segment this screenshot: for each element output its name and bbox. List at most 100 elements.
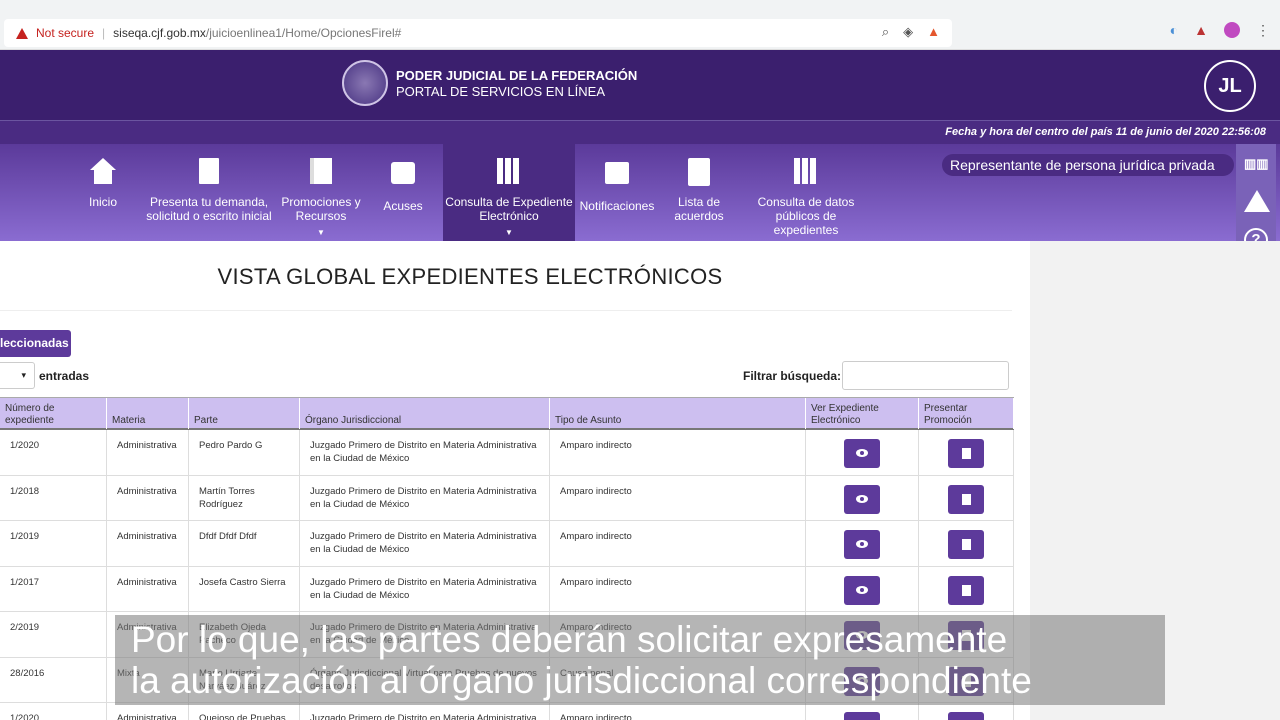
alert-icon[interactable] [1244, 190, 1270, 214]
server-datetime: Fecha y hora del centro del país 11 de j… [0, 120, 1280, 144]
document-icon [962, 539, 971, 550]
subtitle-line1: Por lo que, las partes deberán solicitar… [131, 619, 1008, 660]
col-ver-expediente[interactable]: Ver Expediente Electrónico [806, 398, 919, 429]
cell-parte: Pedro Pardo G [189, 430, 300, 475]
zoom-icon[interactable]: ⌕ [882, 24, 889, 40]
col-materia[interactable]: Materia [107, 398, 189, 429]
entries-select[interactable]: ▾ [0, 362, 35, 389]
cell-tipo: Amparo indirecto [550, 475, 806, 521]
eye-icon [856, 449, 868, 457]
cell-numero: 1/2020 [0, 703, 107, 720]
cell-organo: Juzgado Primero de Distrito en Materia A… [300, 475, 550, 521]
document-icon [196, 158, 222, 186]
nav-item-promociones[interactable]: Promociones y Recursos ▼ [280, 144, 362, 241]
cell-tipo: Amparo indirecto [550, 521, 806, 566]
warning-icon [16, 27, 28, 39]
profile-icon[interactable] [1224, 22, 1240, 38]
table-row: 1/2020 Administrativa Pedro Pardo G Juzgado… [0, 430, 1014, 476]
eye-icon [856, 540, 868, 548]
page-title: VISTA GLOBAL EXPEDIENTES ELECTRÓNICOS [217, 264, 723, 289]
list-icon [686, 158, 712, 186]
cell-numero: 2/2019 [0, 612, 107, 657]
menu-icon[interactable]: ⋮ [1256, 22, 1270, 39]
not-secure-label: Not secure [36, 26, 95, 40]
table-row: 1/2018 Administrativa Martín Torres Rodríg… [0, 475, 1014, 521]
nav-item-notificaciones[interactable]: Notificaciones [578, 144, 656, 241]
nav-label: Inicio [88, 195, 117, 209]
extension-icon[interactable]: ◐ [1170, 22, 1178, 39]
cell-numero: 1/2017 [0, 566, 107, 612]
nav-label: Promociones y Recursos [281, 195, 361, 223]
selected-items-button[interactable]: leccionadas [0, 330, 71, 357]
divider [0, 310, 1012, 311]
video-subtitle: Por lo que, las partes deberán solicitar… [115, 615, 1165, 705]
col-organo[interactable]: Órgano Jurisdiccional [300, 398, 550, 429]
cell-tipo: Amparo indirecto [550, 430, 806, 475]
rewards-icon[interactable]: ▲ [927, 24, 940, 40]
nav-item-inicio[interactable]: Inicio [80, 144, 126, 241]
document-icon [962, 584, 971, 596]
view-expediente-button[interactable] [844, 530, 880, 559]
filter-label: Filtrar búsqueda: [743, 369, 842, 383]
nav-item-presenta-demanda[interactable]: Presenta tu demanda, solicitud o escrito… [144, 144, 274, 241]
col-presentar-promocion[interactable]: Presentar Promoción [919, 398, 1014, 429]
separator: | [102, 26, 106, 40]
cell-presentar [919, 703, 1014, 720]
pdf-extension-icon[interactable]: ▲ [1194, 22, 1208, 39]
nav-item-lista-acuerdos[interactable]: Lista de acuerdos [668, 144, 730, 241]
nav-item-acuses[interactable]: Acuses [378, 144, 428, 241]
binders-icon[interactable]: ▥▥ [1244, 156, 1269, 180]
cell-parte: Quejoso de Pruebas [189, 703, 300, 720]
nav-item-datos-publicos[interactable]: Consulta de datos públicos de expediente… [742, 144, 870, 241]
presentar-promocion-button[interactable] [948, 530, 984, 559]
cell-organo: Juzgado Primero de Distrito en Materia A… [300, 566, 550, 612]
table-row: 1/2020 Administrativa Quejoso de Pruebas Ju… [0, 703, 1014, 720]
url-host: siseqa.cjf.gob.mx [113, 26, 206, 40]
cell-parte: Dfdf Dfdf Dfdf [189, 521, 300, 566]
portal-title-line2: PORTAL DE SERVICIOS EN LÍNEA [396, 84, 606, 99]
view-expediente-button[interactable] [844, 439, 880, 468]
view-expediente-button[interactable] [844, 712, 880, 720]
cell-numero: 1/2018 [0, 475, 107, 521]
view-expediente-button[interactable] [844, 484, 880, 514]
cell-numero: 28/2016 [0, 657, 107, 703]
view-expediente-button[interactable] [844, 575, 880, 605]
cell-materia: Administrativa [107, 430, 189, 475]
presentar-promocion-button[interactable] [948, 484, 984, 514]
presentar-promocion-button[interactable] [948, 575, 984, 605]
cell-presentar [919, 475, 1014, 521]
filter-search-input[interactable] [842, 361, 1009, 390]
book-icon [308, 158, 334, 186]
nav-label: Presenta tu demanda, solicitud o escrito… [146, 195, 272, 223]
cell-presentar [919, 430, 1014, 475]
user-avatar[interactable]: JL [1204, 60, 1256, 112]
cell-organo: Juzgado Primero de Distrito en Materia A… [300, 703, 550, 720]
cell-ver [806, 430, 919, 475]
cell-tipo: Amparo indirecto [550, 566, 806, 612]
binders-icon [793, 158, 819, 186]
col-parte[interactable]: Parte [189, 398, 300, 429]
table-header: Número de expediente Materia Parte Órgan… [0, 397, 1014, 430]
nav-label: Consulta de Expediente Electrónico [445, 195, 573, 223]
entries-label: entradas [39, 369, 90, 383]
nav-label: Acuses [383, 199, 423, 213]
mail-icon [604, 162, 630, 190]
url-path: /juicioenlinea1/Home/OpcionesFirel# [205, 26, 402, 40]
address-bar[interactable]: Not secure | siseqa.cjf.gob.mx/juicioenl… [4, 19, 952, 47]
presentar-promocion-button[interactable] [948, 439, 984, 468]
cell-ver [806, 566, 919, 612]
cell-ver [806, 703, 919, 720]
cell-presentar [919, 566, 1014, 612]
printer-icon [390, 162, 416, 190]
nav-label: Notificaciones [579, 199, 655, 213]
table-row: 1/2017 Administrativa Josefa Castro Sierra… [0, 566, 1014, 612]
col-numero[interactable]: Número de expediente [0, 398, 107, 429]
table-row: 1/2019 Administrativa Dfdf Dfdf Dfdf Juzgad… [0, 521, 1014, 567]
cell-ver [806, 521, 919, 566]
cell-numero: 1/2019 [0, 521, 107, 566]
cell-presentar [919, 521, 1014, 566]
col-tipo[interactable]: Tipo de Asunto [550, 398, 806, 429]
nav-item-consulta-expediente[interactable]: Consulta de Expediente Electrónico ▼ [443, 144, 575, 241]
presentar-promocion-button[interactable] [948, 712, 984, 720]
brave-shield-icon[interactable]: ◈ [903, 24, 913, 40]
